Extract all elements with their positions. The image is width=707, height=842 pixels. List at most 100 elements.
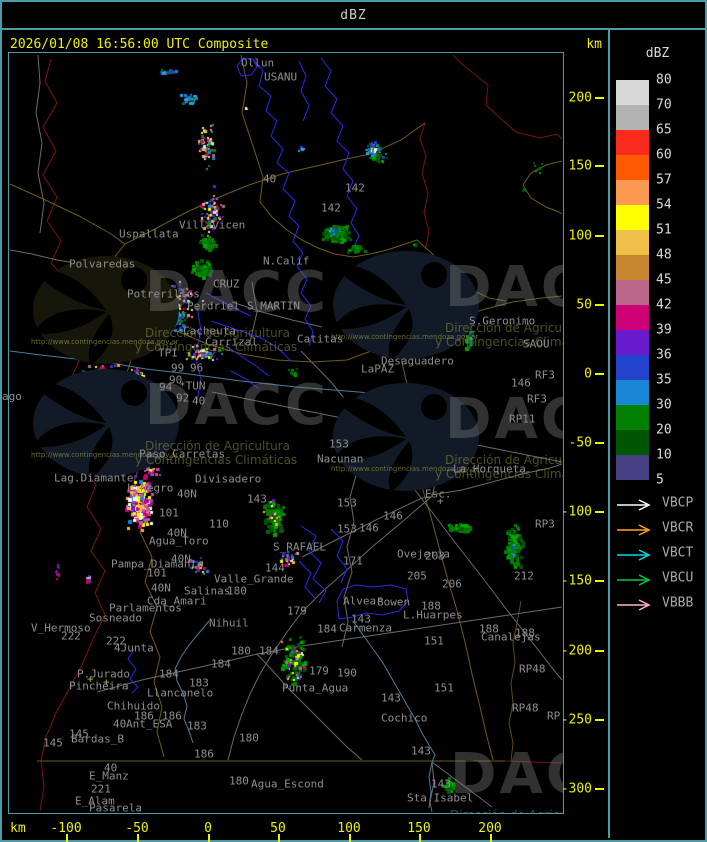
- place-label: Pasarela: [89, 801, 142, 814]
- place-label: 184: [211, 657, 231, 671]
- place-label: +: [437, 494, 444, 508]
- place-label: 110: [209, 517, 229, 531]
- y-tick-mark: [595, 719, 604, 721]
- radar-app-window: dBZ 2026/01/08 16:56:00 UTC Composite km…: [0, 0, 707, 842]
- place-label: RF3: [527, 392, 547, 406]
- vector-legend-label: VBBB: [662, 595, 694, 611]
- place-label: RF3: [535, 368, 555, 382]
- place-label: N.Calif: [263, 254, 310, 268]
- place-label: Polvaredas: [69, 257, 136, 271]
- dbz-scale-box: [616, 255, 649, 280]
- y-tick-mark: [595, 511, 604, 513]
- place-label: 190: [337, 666, 357, 680]
- place-label: 153: [337, 496, 357, 510]
- place-label: 180: [229, 774, 249, 788]
- y-tick-label: 100: [568, 228, 592, 244]
- dbz-scale-label: 10: [656, 447, 672, 463]
- dbz-scale-label: 60: [656, 147, 672, 163]
- place-label: 180: [231, 644, 251, 658]
- place-label: 222: [61, 629, 81, 643]
- place-label: Perdriel: [187, 299, 240, 313]
- dbz-scale-box: [616, 405, 649, 430]
- place-label: 171: [343, 554, 363, 568]
- place-label: RP48: [512, 701, 539, 715]
- place-label: RP48: [519, 662, 546, 676]
- place-label: 183: [187, 719, 207, 733]
- place-label: 212: [514, 569, 534, 583]
- vector-arrow-icon: [617, 499, 651, 511]
- place-label: 145: [43, 736, 63, 750]
- y-tick-label: 200: [568, 90, 592, 106]
- x-tick-mark: [208, 834, 210, 842]
- x-tick-mark: [490, 834, 492, 842]
- place-label: 146: [359, 521, 379, 535]
- x-tick-mark: [349, 834, 351, 842]
- place-label: La_Horqueta: [453, 462, 526, 476]
- place-label: 206: [442, 577, 462, 591]
- y-tick-label: 150: [568, 158, 592, 174]
- dbz-scale-box: [616, 130, 649, 155]
- place-label: Carrizal: [205, 335, 258, 349]
- place-label: 180: [239, 731, 259, 745]
- dbz-scale-box: [616, 205, 649, 230]
- y-tick-label: -150: [560, 573, 592, 589]
- watermark-url: http://www.contingencias.mendoza.gov.ar: [31, 338, 179, 346]
- place-label: LaPAZ: [361, 362, 395, 376]
- place-label: 180: [227, 584, 247, 598]
- dbz-scale-box: [616, 80, 649, 105]
- vector-legend-label: VBCU: [662, 570, 694, 586]
- x-tick-mark: [137, 834, 139, 842]
- dbz-scale-box: [616, 380, 649, 405]
- place-label: Sosneado: [89, 611, 142, 625]
- y-tick-mark: [595, 580, 604, 582]
- place-label: +: [103, 675, 110, 689]
- place-label: CRUZ: [213, 277, 240, 291]
- place-label: Agua_Toro: [149, 534, 209, 548]
- vector-arrow-icon: [617, 574, 651, 586]
- y-tick-mark: [595, 788, 604, 790]
- dbz-scale-label: 48: [656, 247, 672, 263]
- dbz-scale-label: 20: [656, 422, 672, 438]
- place-label: Bowen: [377, 595, 411, 609]
- place-label: 143: [247, 492, 267, 506]
- place-label: Nacunan: [317, 452, 364, 466]
- place-label: USANU: [264, 70, 298, 84]
- dbz-scale-box: [616, 330, 649, 355]
- watermark-subtitle: Dirección de Agricultura: [450, 808, 563, 813]
- window-title: dBZ: [340, 7, 367, 23]
- place-label: 4Junta: [114, 641, 154, 655]
- dbz-scale-label: 5: [656, 472, 664, 488]
- place-label: Uspallata: [119, 227, 179, 241]
- place-label: RP: [547, 709, 561, 723]
- color-scale-title: dBZ: [645, 46, 670, 61]
- place-label: SAOU: [523, 337, 550, 351]
- place-label: Llancanelo: [147, 686, 214, 700]
- vector-legend-label: VBCR: [662, 520, 694, 536]
- dbz-scale-label: 65: [656, 122, 672, 138]
- dbz-scale-label: 80: [656, 72, 672, 88]
- dbz-scale-label: 35: [656, 372, 672, 388]
- place-label: 101: [147, 566, 167, 580]
- main-content: 2026/01/08 16:56:00 UTC Composite km DAC…: [2, 30, 705, 842]
- dbz-scale-box: [616, 180, 649, 205]
- y-tick-label: -100: [560, 504, 592, 520]
- y-tick-mark: [595, 442, 604, 444]
- place-label: 143: [411, 744, 431, 758]
- place-label: 153: [337, 522, 357, 536]
- clipped-place-label: ago: [2, 390, 22, 403]
- vector-arrow-icon: [617, 599, 651, 611]
- place-label: 186: [194, 747, 214, 761]
- vector-legend-label: VBCT: [662, 545, 694, 561]
- dbz-scale-box: [616, 280, 649, 305]
- place-label: Agua_Escond: [251, 777, 324, 791]
- dbz-scale-box: [616, 430, 649, 455]
- dbz-scale-box: [616, 105, 649, 130]
- dbz-scale-label: 36: [656, 347, 672, 363]
- y-axis-unit-label: km: [586, 37, 602, 52]
- place-label: S_RAFAEL: [273, 540, 326, 554]
- dbz-scale-box: [616, 155, 649, 180]
- place-label: 179: [287, 604, 307, 618]
- dbz-scale-label: 45: [656, 272, 672, 288]
- place-label: L.Negro: [127, 481, 174, 495]
- timestamp-label: 2026/01/08 16:56:00 UTC Composite: [10, 37, 269, 52]
